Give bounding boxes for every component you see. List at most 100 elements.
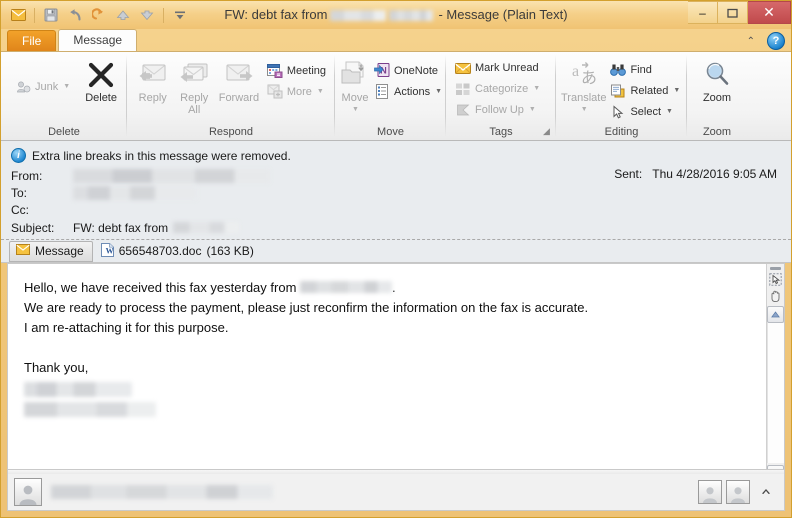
- related-button[interactable]: Related ▼: [606, 80, 684, 101]
- outlook-message-window: FW: debt fax from - Message (Plain Text)…: [0, 0, 792, 518]
- redo-icon[interactable]: [88, 4, 110, 26]
- next-item-icon[interactable]: [136, 4, 158, 26]
- maximize-button[interactable]: [718, 1, 748, 24]
- select-object-icon[interactable]: [768, 271, 783, 287]
- delete-label: Delete: [85, 92, 117, 104]
- to-value-redacted[interactable]: [73, 185, 197, 200]
- message-envelope-icon: [16, 244, 30, 258]
- attachment-row: Message W 656548703.doc (163 KB): [1, 239, 791, 262]
- info-bar[interactable]: i Extra line breaks in this message were…: [1, 145, 791, 167]
- follow-up-button[interactable]: Follow Up ▼: [451, 99, 544, 120]
- ribbon-group-label-delete: Delete: [48, 126, 80, 138]
- info-bar-text: Extra line breaks in this message were r…: [32, 148, 291, 163]
- message-tab-button[interactable]: Message: [9, 240, 93, 262]
- cc-label: Cc:: [11, 202, 29, 217]
- scroll-up-button[interactable]: [767, 306, 784, 323]
- qat-separator-2: [163, 7, 164, 23]
- meeting-icon: [266, 63, 283, 79]
- junk-icon: [15, 79, 31, 95]
- message-body-text: Hello, we have received this fax yesterd…: [8, 264, 784, 431]
- find-button[interactable]: Find: [606, 59, 684, 80]
- actions-caret-icon: ▼: [435, 88, 443, 95]
- meeting-button[interactable]: Meeting: [263, 60, 330, 81]
- onenote-label: OneNote: [394, 64, 439, 77]
- ribbon-group-delete: Junk ▼ Delete Delete: [1, 52, 127, 140]
- reply-all-icon: [179, 58, 209, 92]
- junk-button[interactable]: Junk ▼: [11, 76, 74, 97]
- collapse-ribbon-icon[interactable]: ⌃: [741, 36, 761, 47]
- header-fields: Sent: Thu 4/28/2016 9:05 AM From: To: Cc…: [1, 167, 791, 239]
- ribbon-group-respond: Reply Reply All Forward Meeting More ▼ R…: [127, 52, 335, 140]
- subject-value: FW: debt fax from: [73, 220, 169, 235]
- select-button[interactable]: Select ▼: [606, 101, 684, 122]
- related-caret-icon: ▼: [673, 87, 681, 94]
- window-title-redacted: [330, 9, 387, 21]
- reply-all-button[interactable]: Reply All: [173, 56, 214, 116]
- onenote-button[interactable]: N OneNote: [370, 60, 446, 81]
- ribbon-group-tags: Mark Unread Categorize ▼ Follow Up ▼ Tag…: [446, 52, 556, 140]
- attachment-size: (163 KB): [206, 244, 254, 258]
- more-caret-icon: ▼: [316, 88, 324, 95]
- from-value-redacted[interactable]: [73, 168, 270, 183]
- ribbon-group-label-zoom: Zoom: [702, 126, 732, 138]
- message-body-area[interactable]: Hello, we have received this fax yesterd…: [7, 263, 785, 486]
- avatar-thumbnail-1[interactable]: [698, 480, 722, 504]
- people-pane-contact[interactable]: [14, 478, 273, 506]
- tags-dialog-launcher[interactable]: ◢: [541, 126, 552, 137]
- forward-button[interactable]: Forward: [215, 56, 263, 104]
- avatar-thumbnail-2[interactable]: [726, 480, 750, 504]
- help-icon[interactable]: ?: [767, 32, 785, 50]
- from-label: From:: [11, 168, 43, 183]
- attachment-item[interactable]: W 656548703.doc (163 KB): [93, 242, 262, 260]
- ribbon-toggles: ⌃ ?: [741, 32, 785, 50]
- more-icon: [267, 84, 283, 100]
- more-button[interactable]: More ▼: [263, 81, 330, 102]
- actions-label: Actions: [394, 85, 431, 98]
- forward-label: Forward: [218, 92, 260, 104]
- subject-label: Subject:: [11, 220, 55, 235]
- tab-file[interactable]: File: [7, 30, 57, 51]
- translate-caret-icon: ▼: [580, 106, 588, 113]
- body-line-1: Hello, we have received this fax yesterd…: [24, 278, 768, 298]
- translate-button[interactable]: a あ Translate ▼: [561, 56, 606, 116]
- save-icon[interactable]: [40, 4, 62, 26]
- delete-button[interactable]: Delete: [80, 56, 122, 104]
- customize-qat-icon[interactable]: [169, 4, 191, 26]
- signature-block-2: [24, 402, 156, 417]
- body-scrollbar[interactable]: [766, 264, 784, 485]
- binoculars-find-icon: [610, 62, 627, 78]
- onenote-icon: N: [374, 63, 390, 79]
- follow-up-label: Follow Up: [475, 103, 524, 116]
- related-pages-icon: [610, 83, 626, 99]
- people-pane-expand-icon[interactable]: [754, 487, 778, 498]
- scrollbar-grip: [770, 267, 781, 270]
- tab-message[interactable]: Message: [58, 29, 138, 51]
- envelope-icon[interactable]: [7, 4, 29, 26]
- mark-unread-button[interactable]: Mark Unread: [451, 57, 544, 78]
- undo-icon[interactable]: [64, 4, 86, 26]
- scrollbar-track[interactable]: [767, 323, 784, 463]
- move-button[interactable]: Move ▼: [340, 56, 370, 116]
- reply-button[interactable]: Reply: [132, 56, 173, 104]
- junk-label: Junk: [35, 80, 59, 93]
- find-label: Find: [630, 63, 652, 76]
- svg-text:W: W: [105, 246, 113, 255]
- reply-icon: [138, 58, 168, 92]
- body-line-1-before: Hello, we have received this fax yesterd…: [24, 280, 301, 295]
- select-caret-icon: ▼: [666, 108, 673, 115]
- previous-item-icon[interactable]: [112, 4, 134, 26]
- body-signature-redacted-2: [24, 402, 768, 417]
- categorize-button[interactable]: Categorize ▼: [451, 78, 544, 99]
- zoom-button[interactable]: Zoom: [692, 56, 742, 104]
- body-line-3: I am re-attaching it for this purpose.: [24, 320, 229, 335]
- actions-button[interactable]: Actions ▼: [370, 81, 446, 102]
- svg-text:あ: あ: [581, 69, 597, 87]
- delete-x-icon: [86, 58, 116, 92]
- reply-label: Reply: [138, 92, 167, 104]
- minimize-button[interactable]: –: [688, 1, 718, 24]
- to-label: To:: [11, 185, 28, 200]
- window-title-redacted-2: [389, 9, 434, 21]
- body-line-1-after: .: [392, 280, 396, 295]
- close-button[interactable]: ✕: [748, 1, 791, 24]
- hand-pan-icon[interactable]: [768, 288, 783, 304]
